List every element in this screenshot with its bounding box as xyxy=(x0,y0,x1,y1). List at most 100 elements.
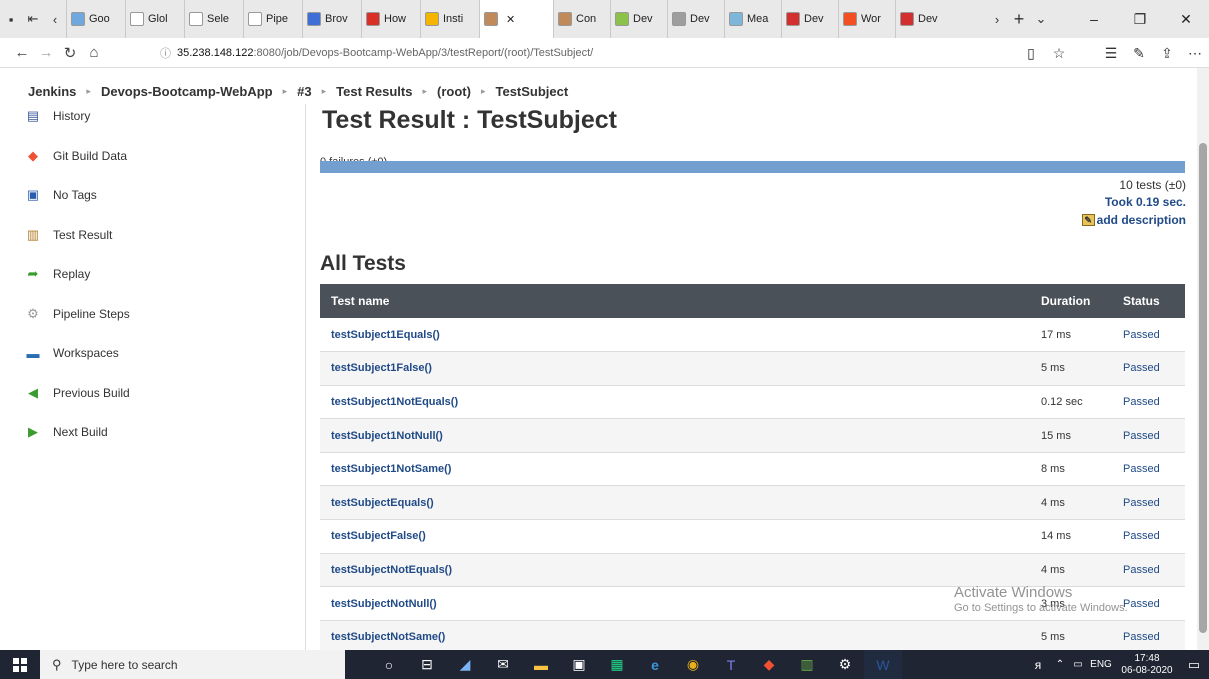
favorites-hub-icon[interactable]: ☰ xyxy=(1097,45,1125,62)
test-name-link[interactable]: testSubjectEquals() xyxy=(320,485,1030,521)
breadcrumb-item[interactable]: #3 xyxy=(297,84,311,99)
pycharm-icon[interactable]: ▦ xyxy=(598,650,636,679)
taskbar-search-placeholder: Type here to search xyxy=(71,657,178,672)
task-view-icon[interactable]: ⊟ xyxy=(408,650,446,679)
breadcrumb-separator-icon[interactable]: ▸ xyxy=(283,86,288,97)
sidebar-item[interactable]: ◆ Git Build Data xyxy=(24,144,127,168)
word-icon[interactable]: W xyxy=(864,650,902,679)
sidebar-item[interactable]: ▶ Next Build xyxy=(24,420,108,444)
browser-tab[interactable]: Dev xyxy=(667,0,724,38)
close-window-button[interactable]: ✕ xyxy=(1163,0,1209,38)
add-description-link[interactable]: ✎ add description xyxy=(1081,212,1186,229)
store-icon[interactable]: ▣ xyxy=(560,650,598,679)
window-menu-icon[interactable]: ▪ xyxy=(0,0,22,38)
git-icon[interactable]: ◆ xyxy=(750,650,788,679)
col-duration[interactable]: Duration xyxy=(1030,284,1112,318)
breadcrumb-separator-icon[interactable]: ▸ xyxy=(86,86,91,97)
test-name-link[interactable]: testSubjectNotEquals() xyxy=(320,553,1030,588)
tab-list-dropdown-icon[interactable]: ⌄ xyxy=(1030,0,1052,38)
breadcrumb-separator-icon[interactable]: ▸ xyxy=(481,86,486,97)
teams-icon[interactable]: T xyxy=(712,650,750,679)
test-status: Passed xyxy=(1112,385,1185,420)
col-status[interactable]: Status xyxy=(1112,284,1185,318)
breadcrumb-item[interactable]: Jenkins xyxy=(28,84,76,99)
breadcrumb-item[interactable]: TestSubject xyxy=(495,84,568,99)
notification-center-icon[interactable]: ▭ xyxy=(1179,657,1209,673)
browser-tab[interactable]: Brov xyxy=(302,0,361,38)
back-button[interactable]: ← xyxy=(10,38,34,68)
url-field[interactable]: ⓘ 35.238.148.122:8080/job/Devops-Bootcam… xyxy=(160,38,593,68)
test-name-link[interactable]: testSubjectNotSame() xyxy=(320,620,1030,655)
browser-tab[interactable]: Dev xyxy=(895,0,952,38)
browser-tab[interactable]: Wor xyxy=(838,0,895,38)
mail-icon[interactable]: ✉ xyxy=(484,650,522,679)
sidebar-item[interactable]: ▤ History xyxy=(24,104,91,128)
test-name-link[interactable]: testSubject1NotSame() xyxy=(320,452,1030,487)
browser-tab[interactable]: Goo xyxy=(66,0,125,38)
edge-icon[interactable]: e xyxy=(636,650,674,679)
windows-start-icon[interactable] xyxy=(0,650,40,679)
breadcrumb-item[interactable]: Test Results xyxy=(336,84,412,99)
sidebar-item[interactable]: ➦ Replay xyxy=(24,262,91,286)
scroll-tabs-left-icon[interactable]: ‹ xyxy=(44,0,66,38)
scroll-thumb[interactable] xyxy=(1199,143,1207,633)
share-icon[interactable]: ⇪ xyxy=(1153,45,1181,62)
page-scrollbar[interactable] xyxy=(1197,68,1209,650)
breadcrumb-separator-icon[interactable]: ▸ xyxy=(322,86,327,97)
browser-tab[interactable]: Sele xyxy=(184,0,243,38)
breadcrumb-item[interactable]: (root) xyxy=(437,84,471,99)
scroll-tabs-right-icon[interactable]: › xyxy=(986,0,1008,38)
people-icon[interactable]: ᴙ xyxy=(1025,658,1051,672)
test-name-link[interactable]: testSubject1NotNull() xyxy=(320,418,1030,453)
sidebar-item[interactable]: ⚙ Pipeline Steps xyxy=(24,302,130,326)
notes-pen-icon[interactable]: ✎ xyxy=(1125,45,1153,62)
sidebar-item[interactable]: ◀ Previous Build xyxy=(24,381,130,405)
browser-tab[interactable]: Mea xyxy=(724,0,781,38)
browser-tab[interactable]: Con xyxy=(553,0,610,38)
refresh-button[interactable]: ↻ xyxy=(58,38,82,68)
breadcrumb-separator-icon[interactable]: ▸ xyxy=(422,86,427,97)
reading-view-icon[interactable]: ▯ xyxy=(1017,45,1045,62)
clock[interactable]: 17:48 06-08-2020 xyxy=(1115,653,1179,677)
chrome-icon[interactable]: ◉ xyxy=(674,650,712,679)
pen-app-icon[interactable]: ◢ xyxy=(446,650,484,679)
favorite-star-icon[interactable]: ☆ xyxy=(1045,45,1073,62)
restore-button[interactable]: ❐ xyxy=(1117,0,1163,38)
test-name-link[interactable]: testSubject1Equals() xyxy=(320,318,1030,353)
test-name-link[interactable]: testSubject1NotEquals() xyxy=(320,385,1030,420)
col-test-name[interactable]: Test name xyxy=(320,284,1030,318)
sidebar-item-label: Replay xyxy=(53,267,91,281)
set-tabs-aside-icon[interactable]: ⇤ xyxy=(22,0,44,38)
home-button[interactable]: ⌂ xyxy=(82,38,106,68)
cortana-icon[interactable]: ○ xyxy=(370,650,408,679)
breadcrumb-item[interactable]: Devops-Bootcamp-WebApp xyxy=(101,84,273,99)
new-tab-button[interactable]: + xyxy=(1008,0,1030,38)
browser-tab[interactable]: Pipe xyxy=(243,0,302,38)
sidebar-item[interactable]: ▥ Test Result xyxy=(24,223,113,247)
file-explorer-icon[interactable]: ▬ xyxy=(522,650,560,679)
chart-app-icon[interactable]: ▥ xyxy=(788,650,826,679)
sidebar-item[interactable]: ▬ Workspaces xyxy=(24,341,119,365)
browser-tab[interactable]: Dev xyxy=(781,0,838,38)
took-link[interactable]: Took 0.19 sec. xyxy=(1082,194,1186,211)
show-hidden-icons[interactable]: ⌃ xyxy=(1051,659,1069,670)
browser-tab[interactable]: ✕ xyxy=(479,0,553,38)
browser-tab[interactable]: How xyxy=(361,0,420,38)
test-name-link[interactable]: testSubjectFalse() xyxy=(320,519,1030,554)
test-status: Passed xyxy=(1112,620,1185,655)
browser-tab[interactable]: Insti xyxy=(420,0,479,38)
forward-button[interactable]: → xyxy=(34,38,58,68)
taskbar-search[interactable]: ⚲ Type here to search xyxy=(40,650,345,679)
minimize-button[interactable]: – xyxy=(1071,0,1117,38)
close-tab-icon[interactable]: ✕ xyxy=(506,13,515,26)
network-icon[interactable]: ▭ xyxy=(1069,659,1087,670)
info-icon[interactable]: ⓘ xyxy=(160,45,171,61)
browser-tab[interactable]: Dev xyxy=(610,0,667,38)
test-name-link[interactable]: testSubject1False() xyxy=(320,351,1030,386)
settings-app-icon[interactable]: ⚙ xyxy=(826,650,864,679)
sidebar-item[interactable]: ▣ No Tags xyxy=(24,183,97,207)
test-name-link[interactable]: testSubjectNotNull() xyxy=(320,586,1030,621)
browser-tab[interactable]: Glol xyxy=(125,0,184,38)
language-indicator[interactable]: ENG xyxy=(1087,659,1115,670)
more-menu-icon[interactable]: ⋯ xyxy=(1181,45,1209,62)
